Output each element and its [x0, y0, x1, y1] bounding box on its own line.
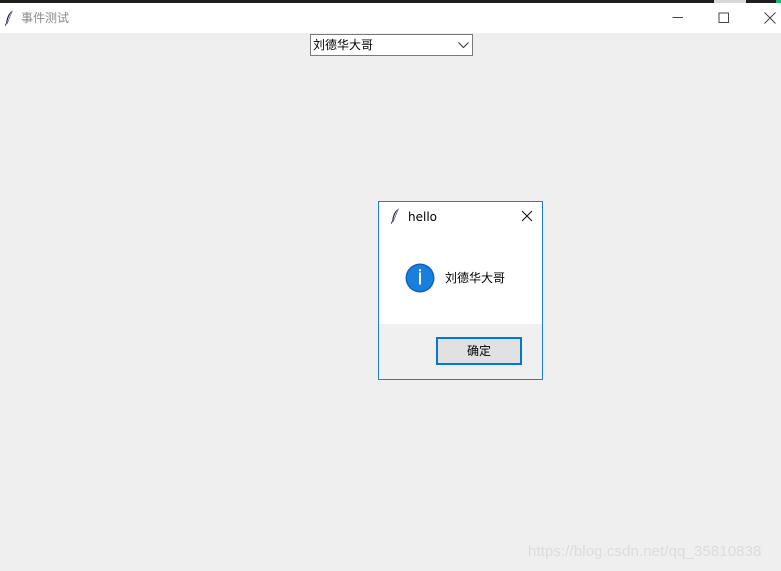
info-icon	[405, 263, 435, 293]
chevron-down-icon[interactable]	[458, 41, 469, 49]
dialog-title: hello	[408, 210, 437, 224]
combobox-value: 刘德华大哥	[313, 38, 374, 52]
tk-feather-icon	[390, 208, 399, 224]
ok-button[interactable]: 确定	[436, 337, 522, 365]
watermark: https://blog.csdn.net/qq_35810838	[528, 543, 762, 560]
window-title: 事件测试	[21, 11, 70, 25]
close-icon	[764, 12, 776, 24]
dialog-message: 刘德华大哥	[445, 271, 506, 285]
dialog-titlebar[interactable]: hello	[379, 202, 542, 232]
minimize-button[interactable]	[655, 3, 701, 33]
close-icon[interactable]	[520, 209, 534, 223]
tk-feather-icon	[4, 10, 13, 26]
maximize-icon	[718, 12, 729, 23]
message-dialog: hello 刘德华大哥 确定	[378, 201, 543, 380]
close-button[interactable]	[747, 3, 781, 33]
maximize-button[interactable]	[701, 3, 747, 33]
dialog-body: 刘德华大哥	[379, 232, 542, 324]
name-combobox[interactable]: 刘德华大哥	[310, 34, 473, 56]
window-titlebar[interactable]: 事件测试	[0, 3, 781, 33]
dialog-footer: 确定	[379, 324, 542, 379]
minimize-icon	[672, 17, 683, 18]
